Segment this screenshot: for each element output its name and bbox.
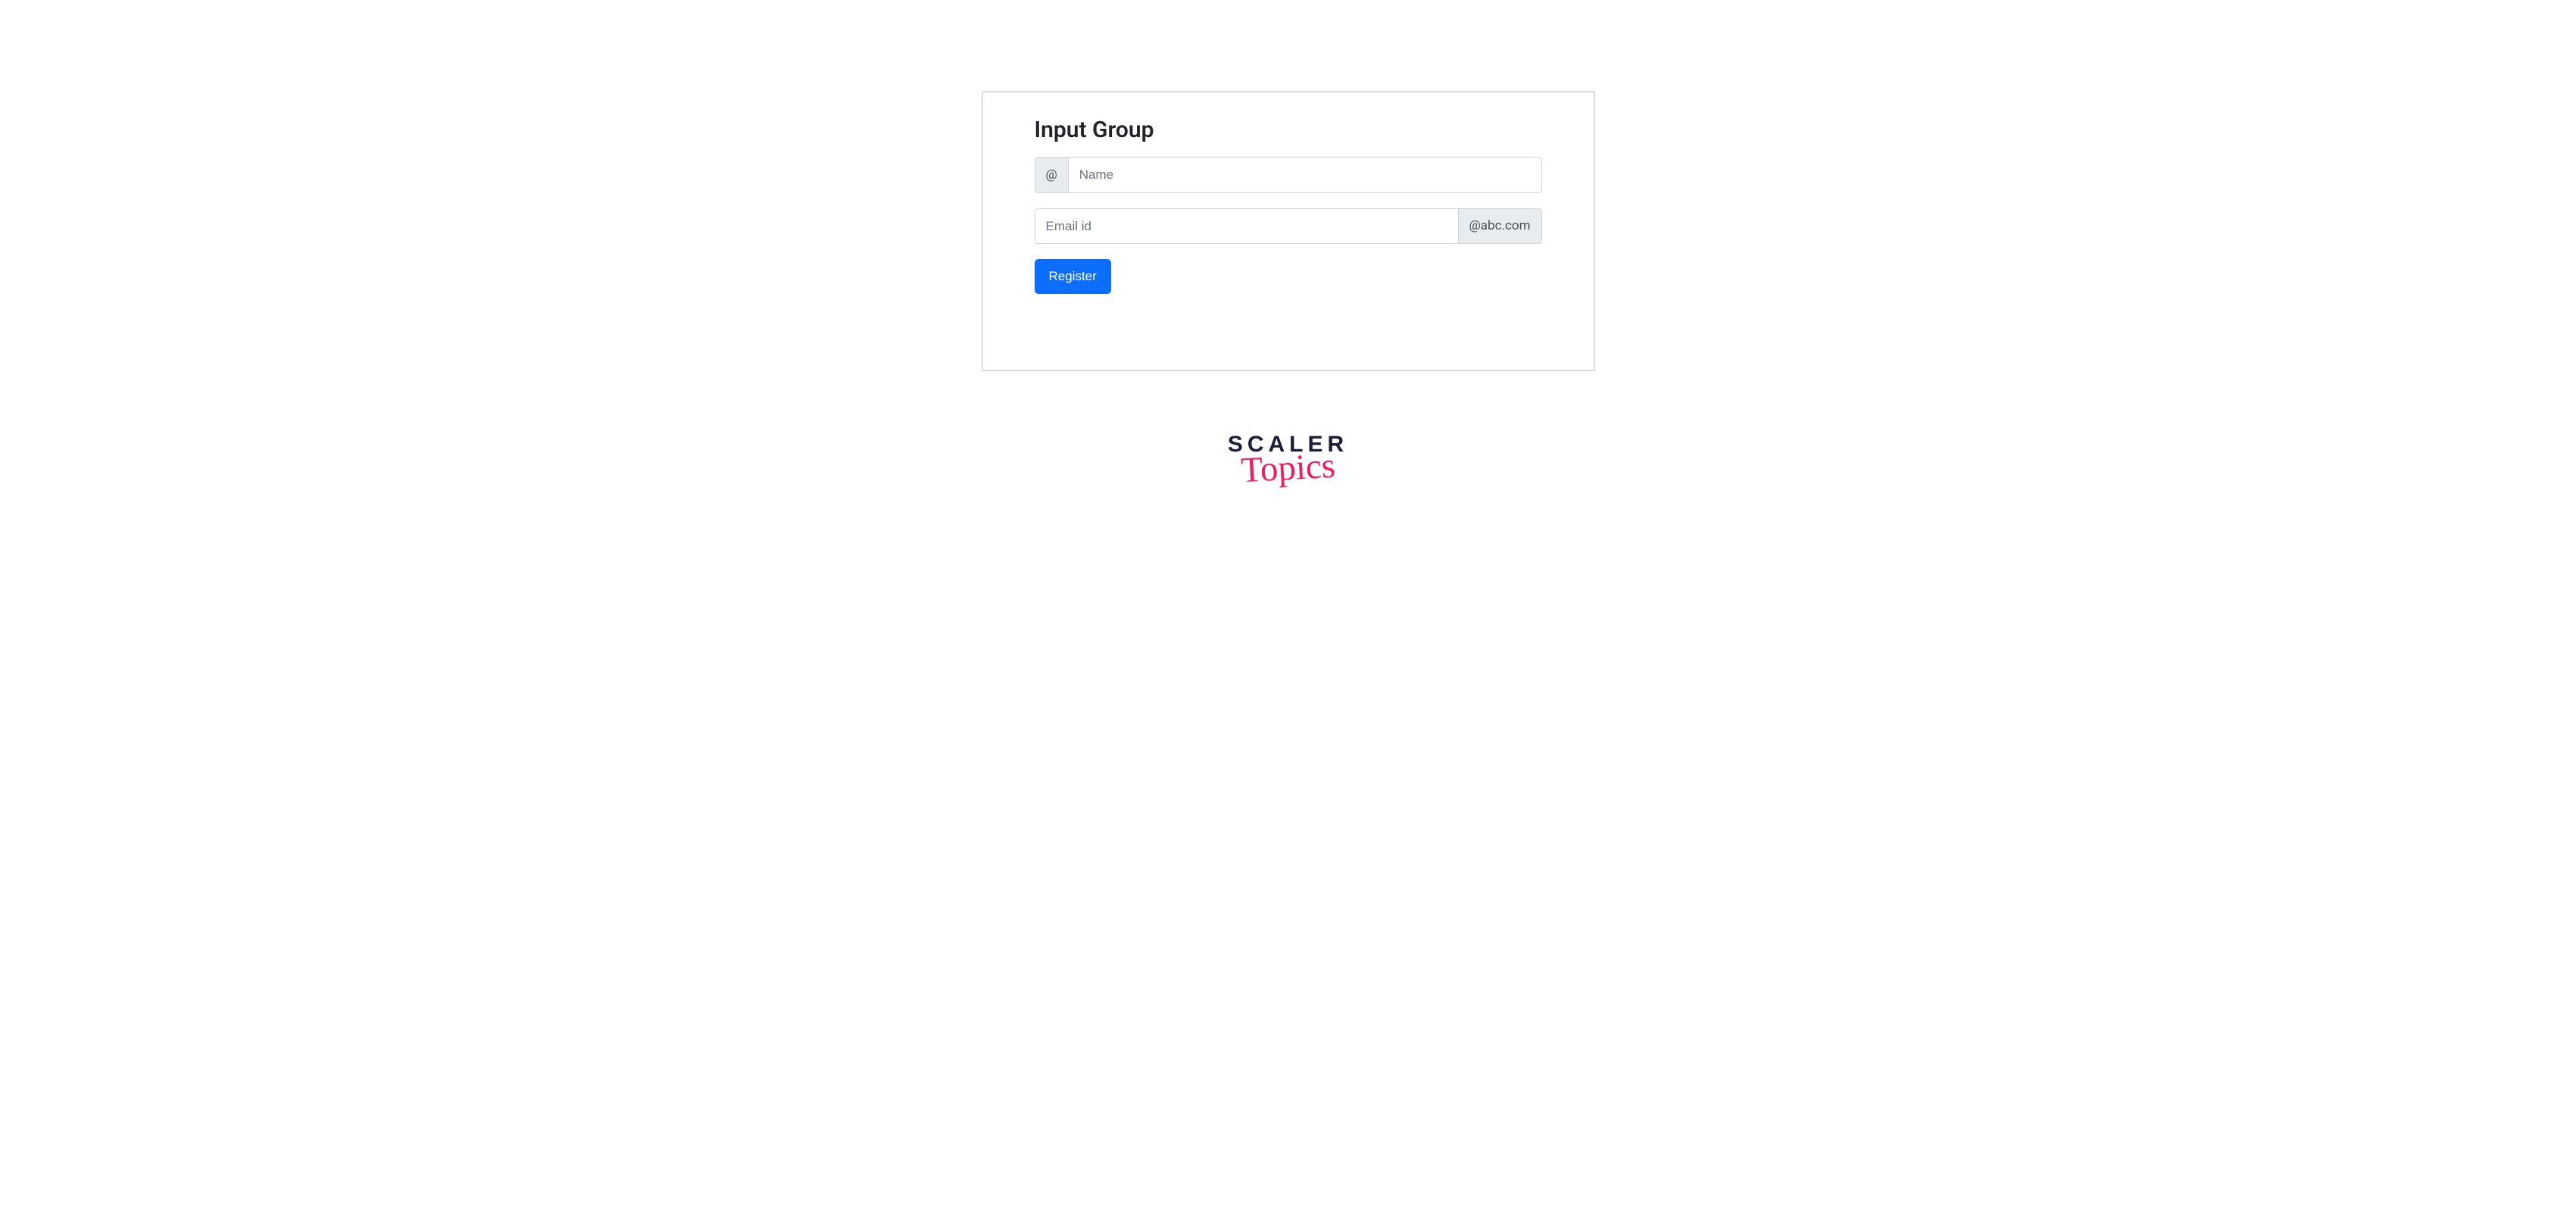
- email-input-group: @abc.com: [1035, 208, 1542, 245]
- name-input-group: @: [1035, 157, 1542, 193]
- card-title: Input Group: [1035, 117, 1542, 143]
- logo-topics-text: Topics: [1227, 445, 1350, 492]
- input-group-card: Input Group @ @abc.com Register: [982, 91, 1595, 371]
- register-button[interactable]: Register: [1035, 259, 1111, 294]
- email-suffix: @abc.com: [1459, 208, 1542, 245]
- name-input[interactable]: [1068, 157, 1542, 193]
- email-input[interactable]: [1035, 208, 1459, 245]
- scaler-topics-logo: SCALER Topics: [1228, 432, 1348, 489]
- at-prefix: @: [1035, 157, 1068, 193]
